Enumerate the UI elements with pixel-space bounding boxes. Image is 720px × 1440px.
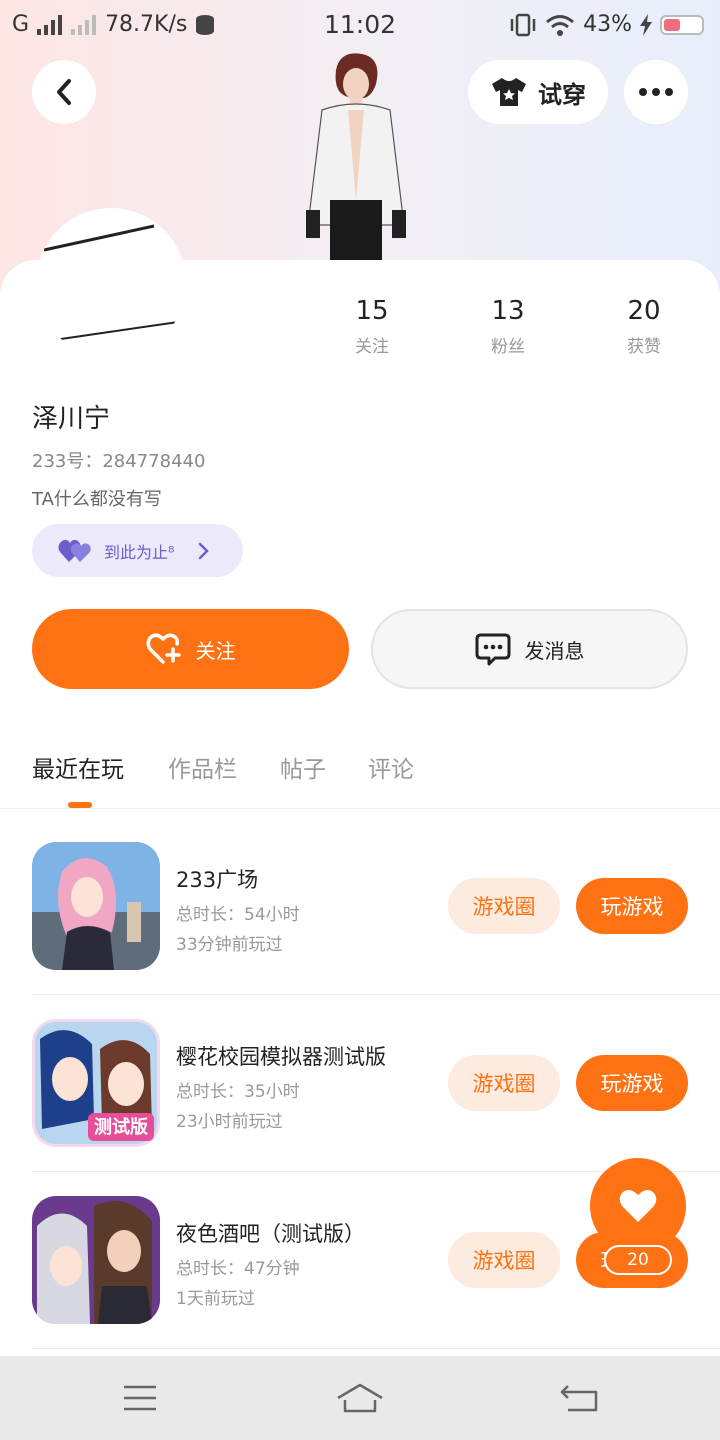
game-name: 夜色酒吧（测试版）: [176, 1222, 365, 1246]
home-icon: [337, 1383, 383, 1413]
avatar-3d-figure: [300, 50, 412, 260]
game-icon-night-bar[interactable]: [32, 1196, 160, 1324]
follow-button[interactable]: 关注: [32, 609, 349, 689]
stat-following-value: 15: [355, 296, 389, 326]
row-divider: [32, 1348, 720, 1349]
heart-icon: [619, 1189, 657, 1222]
test-version-label: 测试版: [94, 1116, 148, 1137]
battery-percent: 43%: [583, 12, 632, 37]
stat-likes-label: 获赞: [627, 337, 661, 357]
game-last-played: 1天前玩过: [176, 1289, 255, 1309]
menu-nav-button[interactable]: [110, 1380, 170, 1416]
heart-plus-icon: [146, 633, 181, 664]
tab-comments[interactable]: 评论: [368, 750, 414, 784]
user-id: 233号：284778440: [32, 451, 206, 472]
follow-label: 关注: [195, 638, 236, 663]
shirt-icon: [492, 78, 526, 106]
chat-bubble-icon: [475, 633, 510, 666]
tab-works[interactable]: 作品栏: [168, 750, 237, 784]
message-label: 发消息: [524, 638, 585, 663]
back-arrow-icon: [560, 1385, 598, 1412]
stat-likes-value: 20: [627, 296, 661, 326]
relationship-badge[interactable]: 到此为止⁸: [32, 524, 243, 577]
more-dots-icon: [639, 88, 673, 96]
try-on-label: 试穿: [538, 80, 586, 109]
game-icon-233-square[interactable]: [32, 842, 160, 970]
game-circle-button[interactable]: 游戏圈: [448, 878, 560, 934]
tab-posts[interactable]: 帖子: [280, 750, 326, 784]
stat-likes[interactable]: 20 获赞: [584, 296, 704, 357]
play-game-button[interactable]: 玩游戏: [576, 878, 688, 934]
game-last-played: 23小时前玩过: [176, 1112, 283, 1132]
game-last-played: 33分钟前玩过: [176, 935, 283, 955]
username: 泽川宁: [32, 404, 111, 434]
stat-following-label: 关注: [355, 337, 389, 357]
badge-label: 到此为止⁸: [104, 542, 175, 562]
like-count: 20: [604, 1245, 672, 1275]
home-nav-button[interactable]: [330, 1380, 390, 1416]
game-duration: 总时长：54小时: [176, 905, 300, 925]
vibrate-icon: [510, 13, 536, 36]
menu-icon: [124, 1385, 156, 1411]
double-heart-icon: [58, 539, 91, 562]
charging-icon: [640, 13, 652, 36]
stat-fans[interactable]: 13 粉丝: [448, 296, 568, 357]
game-name: 233广场: [176, 868, 259, 892]
chevron-right-icon: [199, 542, 210, 559]
game-circle-button[interactable]: 游戏圈: [448, 1055, 560, 1111]
stat-fans-label: 粉丝: [491, 337, 525, 357]
back-button[interactable]: [32, 60, 96, 124]
game-name: 樱花校园模拟器测试版: [176, 1045, 386, 1069]
row-divider: [32, 994, 720, 995]
try-on-button[interactable]: 试穿: [468, 60, 608, 124]
game-circle-button[interactable]: 游戏圈: [448, 1232, 560, 1288]
game-duration: 总时长：47分钟: [176, 1259, 300, 1279]
stat-following[interactable]: 15 关注: [312, 296, 432, 357]
chevron-left-icon: [57, 79, 71, 105]
stats-row: 15 关注 13 粉丝 20 获赞: [300, 296, 720, 366]
back-nav-button[interactable]: [550, 1380, 610, 1416]
system-nav-bar: [0, 1356, 720, 1440]
status-bar: G 78.7K/s 11:02 43%: [0, 0, 720, 50]
like-fab[interactable]: [590, 1158, 686, 1254]
avatar[interactable]: [36, 208, 186, 358]
tab-recently-played[interactable]: 最近在玩: [32, 750, 124, 784]
tab-divider: [0, 808, 720, 809]
status-right: 43%: [509, 12, 704, 37]
game-row[interactable]: 233广场 总时长：54小时 33分钟前玩过 游戏圈 玩游戏: [0, 842, 720, 1019]
stat-fans-value: 13: [491, 296, 525, 326]
play-game-button[interactable]: 玩游戏: [576, 1055, 688, 1111]
game-duration: 总时长：35小时: [176, 1082, 300, 1102]
user-bio: TA什么都没有写: [32, 489, 162, 510]
battery-icon: [660, 14, 704, 35]
wifi-icon: [546, 14, 575, 36]
game-icon-sakura-school[interactable]: 测试版: [32, 1019, 160, 1147]
more-button[interactable]: [624, 60, 688, 124]
message-button[interactable]: 发消息: [371, 609, 688, 689]
